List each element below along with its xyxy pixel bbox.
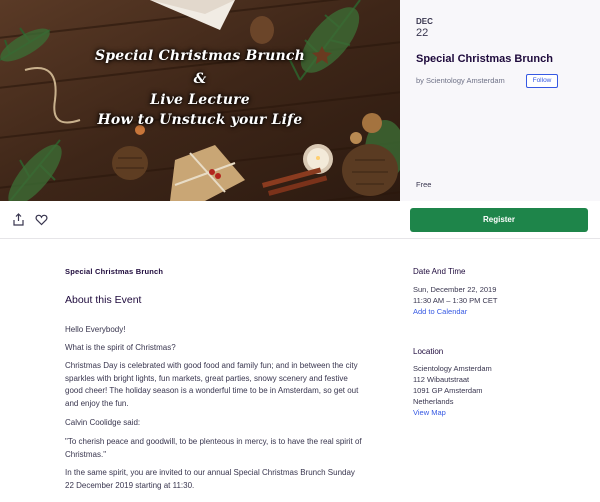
location-heading: Location [413,347,444,356]
heart-icon[interactable] [35,213,48,226]
event-details: Special Christmas Brunch About this Even… [0,239,600,502]
description-paragraph: Christmas Day is celebrated with good fo… [65,361,359,408]
view-map-link[interactable]: View Map [413,408,446,417]
register-button[interactable]: Register [410,208,588,232]
description-quote: "To cherish peace and goodwill, to be pl… [65,437,362,459]
location-line: 112 Wibautstraat [413,375,470,384]
banner-line-4: How to Unstuck your Life [97,112,303,128]
description-paragraph: What is the spirit of Christmas? [65,343,176,352]
event-price: Free [416,180,432,189]
banner-line-3: Live Lecture [150,92,250,108]
organizer-name[interactable]: by Scientology Amsterdam [416,76,505,85]
event-title: Special Christmas Brunch [416,53,553,65]
event-summary: Special Christmas Brunch [65,267,164,276]
add-to-calendar-link[interactable]: Add to Calendar [413,307,467,316]
location-line: 1091 GP Amsterdam [413,386,483,395]
location-line: Netherlands [413,397,454,406]
event-day: 22 [416,27,429,39]
banner-line-1: Special Christmas Brunch [95,48,305,64]
event-hero: Special Christmas Brunch & Live Lecture … [0,0,600,201]
description-paragraph: In the same spirit, you are invited to o… [65,468,355,490]
event-date: Sun, December 22, 2019 [413,285,497,294]
about-heading: About this Event [65,294,142,306]
share-icon[interactable] [12,213,25,226]
event-banner-image: Special Christmas Brunch & Live Lecture … [0,0,400,201]
location-line: Scientology Amsterdam [413,364,492,373]
event-month: DEC [416,17,433,26]
action-bar: Register [0,201,600,239]
banner-line-2: & [193,71,207,87]
event-time: 11:30 AM – 1:30 PM CET [413,296,498,305]
follow-button[interactable]: Follow [526,74,558,88]
event-info-panel: DEC 22 Special Christmas Brunch by Scien… [400,0,600,201]
description-paragraph: Calvin Coolidge said: [65,418,141,427]
description-paragraph: Hello Everybody! [65,325,126,334]
date-time-heading: Date And Time [413,267,466,276]
